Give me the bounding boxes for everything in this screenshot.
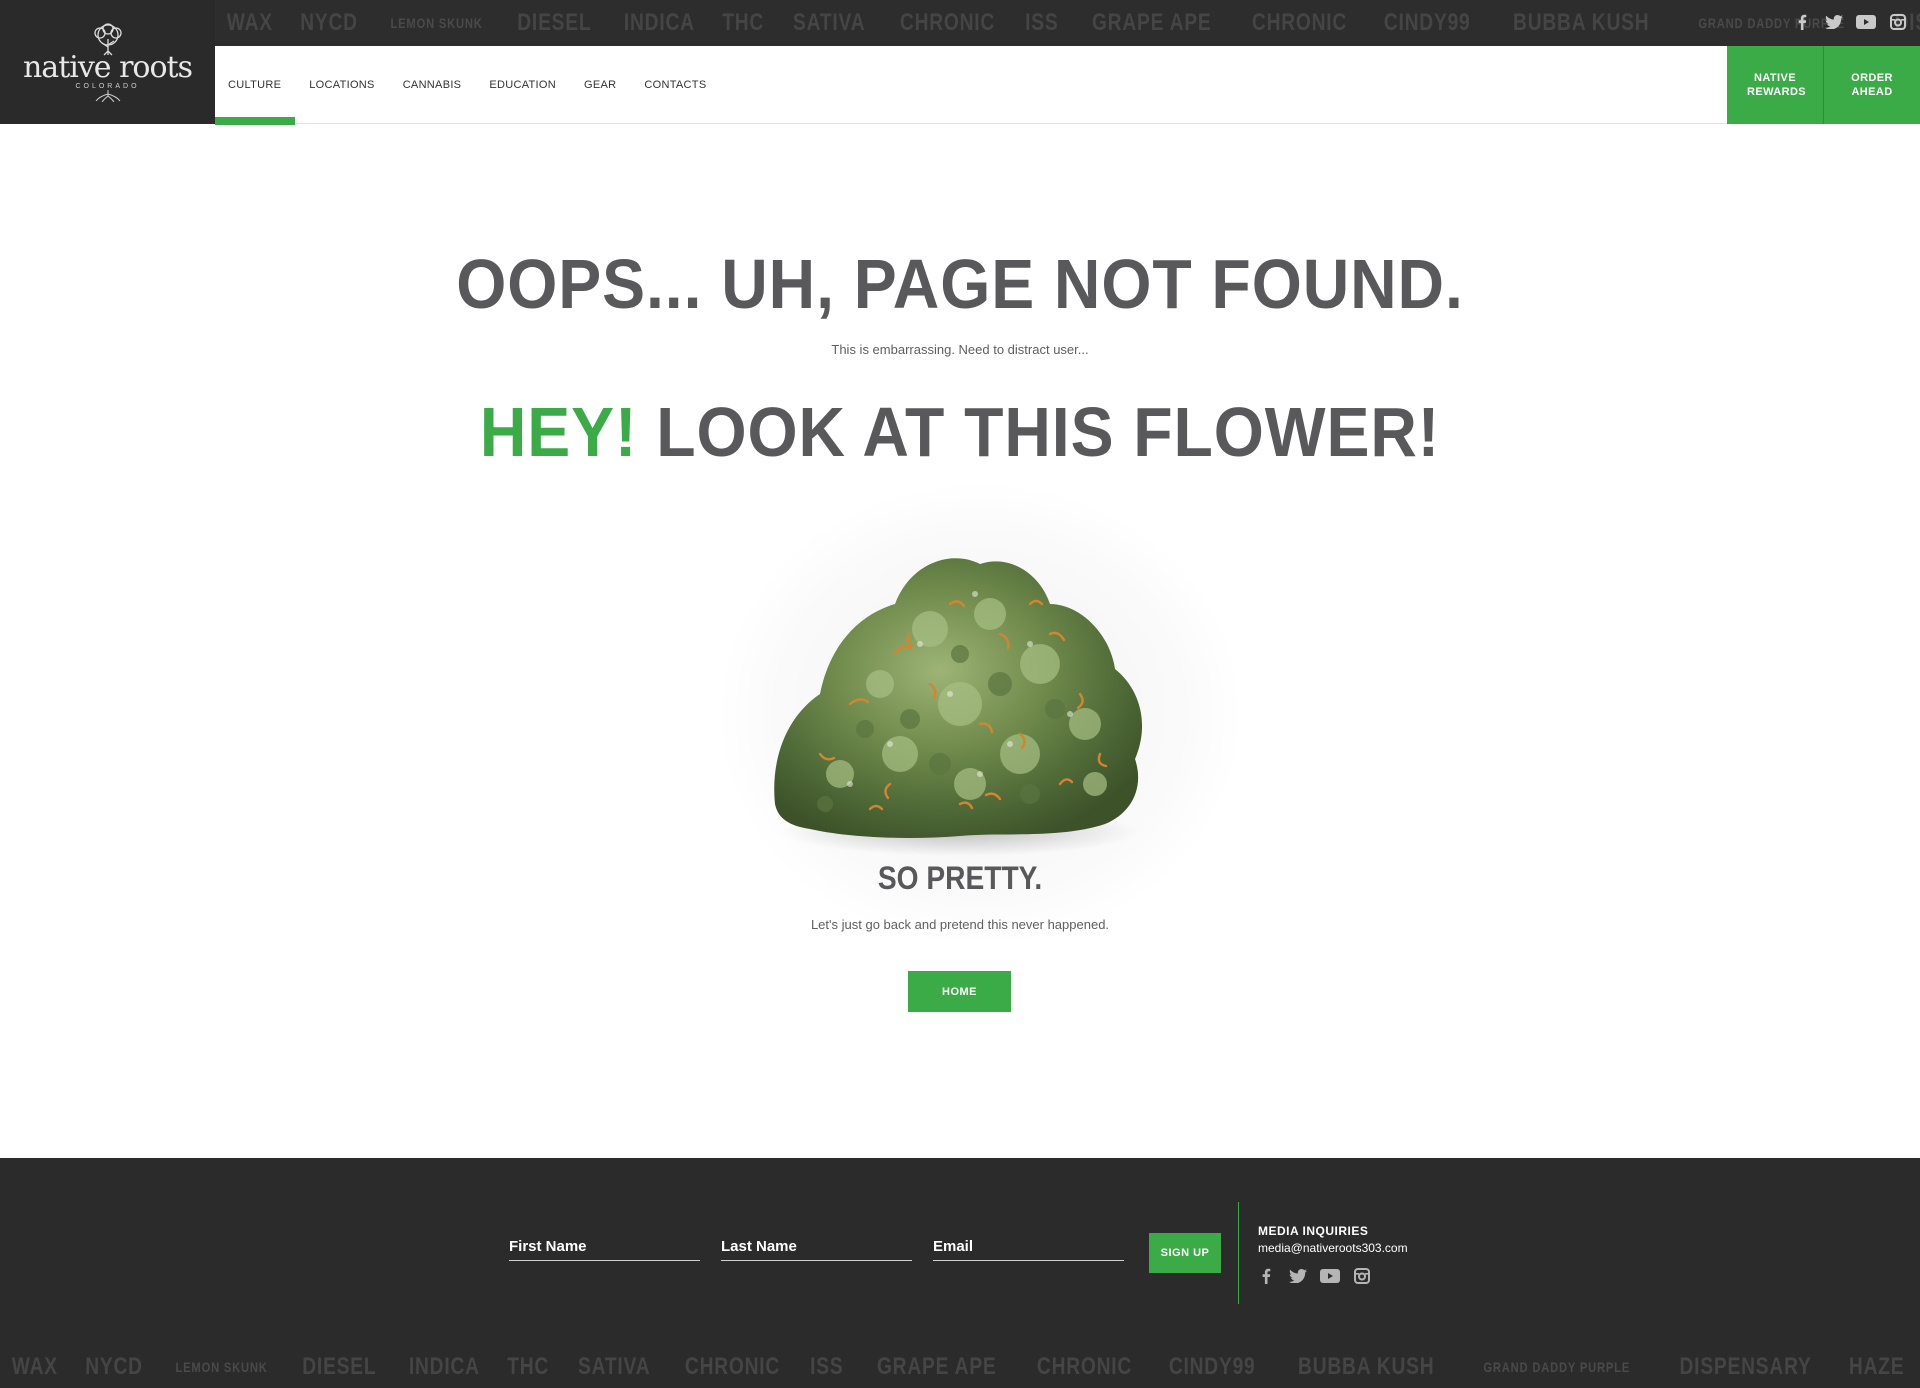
logo-block: native roots COLORADO	[0, 0, 215, 124]
site-header: native roots COLORADO WAX NYCD LEMON SKUNK…	[0, 0, 1920, 125]
nav-item-gear[interactable]: GEAR	[570, 46, 630, 124]
email-field-wrap	[933, 1233, 1124, 1261]
sign-up-button[interactable]: SIGN UP	[1149, 1233, 1221, 1273]
footer-word-pattern: WAX NYCD LEMON SKUNK DIESEL INDICA THC SATIVA C…	[0, 1346, 1920, 1388]
pattern-word: CHRONIC	[1252, 9, 1348, 36]
pattern-word: SATIVA	[577, 1353, 651, 1380]
site-logo[interactable]: native roots COLORADO	[0, 0, 215, 124]
pattern-word: WAX	[226, 9, 273, 36]
email-field[interactable]	[933, 1233, 1124, 1260]
site-footer: SIGN UP MEDIA INQUIRIES media@nativeroot…	[0, 1158, 1920, 1388]
instagram-icon[interactable]	[1352, 1266, 1372, 1286]
pattern-word: GRAND DADDY PURPLE	[1483, 1359, 1631, 1375]
pattern-word: NYCD	[299, 9, 358, 36]
hey-text: HEY!	[479, 393, 638, 471]
page-title: OOPS... UH, PAGE NOT FOUND.	[456, 245, 1464, 323]
pattern-word: LEMON SKUNK	[390, 15, 483, 31]
nav-item-locations[interactable]: LOCATIONS	[295, 46, 388, 124]
pattern-word: CINDY99	[1384, 9, 1471, 36]
twitter-icon[interactable]	[1824, 12, 1844, 32]
footer-social-links	[1256, 1266, 1372, 1286]
pattern-word: ISS	[810, 1353, 844, 1380]
logo-wordmark: native roots	[22, 49, 193, 85]
pattern-word: GRAPE APE	[1091, 9, 1212, 36]
pattern-word: CHRONIC	[1037, 1353, 1133, 1380]
so-pretty-heading: SO PRETTY.	[877, 860, 1043, 896]
media-email-link[interactable]: media@nativeroots303.com	[1258, 1241, 1408, 1255]
pattern-word: BUBBA KUSH	[1297, 1353, 1435, 1380]
pattern-word: THC	[722, 9, 765, 36]
order-ahead-label: ORDER AHEAD	[1851, 72, 1893, 98]
facebook-icon[interactable]	[1792, 12, 1812, 32]
go-back-text: Let's just go back and pretend this neve…	[810, 917, 1110, 932]
pattern-word: CINDY99	[1169, 1353, 1256, 1380]
pattern-word: INDICA	[408, 1353, 480, 1380]
last-name-field[interactable]	[721, 1233, 912, 1260]
footer-divider	[1238, 1202, 1239, 1304]
header-pattern-banner: WAX NYCD LEMON SKUNK DIESEL INDICA THC SATIVA C…	[215, 0, 1920, 46]
pattern-word: SATIVA	[792, 9, 866, 36]
facebook-icon[interactable]	[1256, 1266, 1276, 1286]
last-name-field-wrap	[721, 1233, 912, 1261]
header-social-links	[1792, 12, 1908, 32]
logo-subtitle: COLORADO	[75, 82, 140, 90]
main-nav: CULTURE LOCATIONS CANNABIS EDUCATION GEA…	[215, 46, 720, 125]
nav-item-contacts[interactable]: CONTACTS	[630, 46, 720, 124]
pattern-word: DIESEL	[302, 1353, 377, 1380]
youtube-icon[interactable]	[1856, 12, 1876, 32]
pattern-word: ISS	[1025, 9, 1059, 36]
pattern-word: BUBBA KUSH	[1512, 9, 1650, 36]
page-subtitle: This is embarrassing. Need to distract u…	[831, 342, 1089, 357]
pattern-word: DISPENSARY	[1679, 1353, 1812, 1380]
nav-item-cannabis[interactable]: CANNABIS	[389, 46, 476, 124]
pattern-word: GRAPE APE	[876, 1353, 997, 1380]
pattern-word: DIESEL	[517, 9, 592, 36]
media-inquiries-title: MEDIA INQUIRIES	[1258, 1224, 1369, 1238]
native-rewards-button[interactable]: NATIVE REWARDS	[1727, 46, 1823, 124]
order-ahead-button[interactable]: ORDER AHEAD	[1824, 46, 1920, 124]
pattern-word: NYCD	[84, 1353, 143, 1380]
pattern-word: THC	[507, 1353, 550, 1380]
footer-pattern-banner: WAX NYCD LEMON SKUNK DIESEL INDICA THC SATIVA C…	[0, 1346, 1920, 1388]
pattern-word: HAZE	[1848, 1353, 1905, 1380]
native-rewards-label: NATIVE REWARDS	[1747, 72, 1807, 98]
nav-item-education[interactable]: EDUCATION	[475, 46, 570, 124]
banner-word-pattern: WAX NYCD LEMON SKUNK DIESEL INDICA THC SATIVA C…	[215, 0, 1920, 46]
twitter-icon[interactable]	[1288, 1266, 1308, 1286]
main-navbar: CULTURE LOCATIONS CANNABIS EDUCATION GEA…	[215, 46, 1920, 125]
pattern-word: LEMON SKUNK	[175, 1359, 268, 1375]
pattern-word: WAX	[11, 1353, 58, 1380]
youtube-icon[interactable]	[1320, 1266, 1340, 1286]
roots-icon	[95, 89, 120, 102]
pattern-word: CHRONIC	[684, 1353, 781, 1380]
nav-item-culture[interactable]: CULTURE	[215, 46, 296, 125]
pattern-word: INDICA	[623, 9, 695, 36]
main-content: OOPS... UH, PAGE NOT FOUND. This is emba…	[0, 124, 1920, 1158]
pattern-word: CHRONIC	[899, 9, 996, 36]
first-name-field-wrap	[509, 1233, 700, 1261]
first-name-field[interactable]	[509, 1233, 700, 1260]
instagram-icon[interactable]	[1888, 12, 1908, 32]
home-button[interactable]: HOME	[908, 971, 1011, 1012]
